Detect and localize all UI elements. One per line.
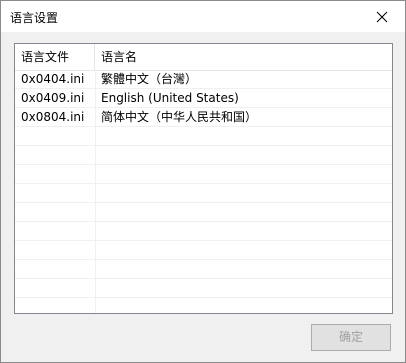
empty-row	[15, 298, 392, 313]
row-language-name: 简体中文（中华人民共和国）	[101, 110, 258, 124]
empty-row	[15, 165, 392, 184]
empty-row	[15, 146, 392, 165]
row-file: 0x0409.ini	[21, 91, 85, 105]
row-language-name: 繁體中文（台灣）	[101, 72, 198, 86]
close-button[interactable]	[359, 1, 405, 32]
empty-row	[15, 222, 392, 241]
list-header: 语言文件 语言名	[15, 44, 392, 71]
empty-row	[15, 127, 392, 146]
ok-button[interactable]: 确定	[311, 324, 391, 351]
column-header-file[interactable]: 语言文件	[15, 44, 95, 70]
row-file: 0x0804.ini	[21, 110, 85, 124]
list-item[interactable]: 0x0804.ini 简体中文（中华人民共和国）	[15, 108, 392, 127]
dialog-title: 语言设置	[10, 11, 59, 25]
close-icon	[376, 11, 388, 22]
empty-row	[15, 203, 392, 222]
language-settings-dialog: 语言设置 语言文件 语言名 0x0404.ini 繁體中文（台灣） 0x0409…	[0, 0, 406, 363]
language-list[interactable]: 语言文件 语言名 0x0404.ini 繁體中文（台灣） 0x0409.ini …	[14, 43, 393, 314]
row-language-name: English (United States)	[101, 91, 239, 105]
list-item[interactable]: 0x0409.ini English (United States)	[15, 89, 392, 108]
empty-row	[15, 279, 392, 298]
column-header-name[interactable]: 语言名	[95, 44, 392, 70]
empty-row	[15, 184, 392, 203]
title-bar: 语言设置	[1, 1, 405, 32]
list-item[interactable]: 0x0404.ini 繁體中文（台灣）	[15, 70, 392, 89]
list-rows: 0x0404.ini 繁體中文（台灣） 0x0409.ini English (…	[15, 70, 392, 313]
empty-row	[15, 260, 392, 279]
row-file: 0x0404.ini	[21, 72, 85, 86]
empty-row	[15, 241, 392, 260]
